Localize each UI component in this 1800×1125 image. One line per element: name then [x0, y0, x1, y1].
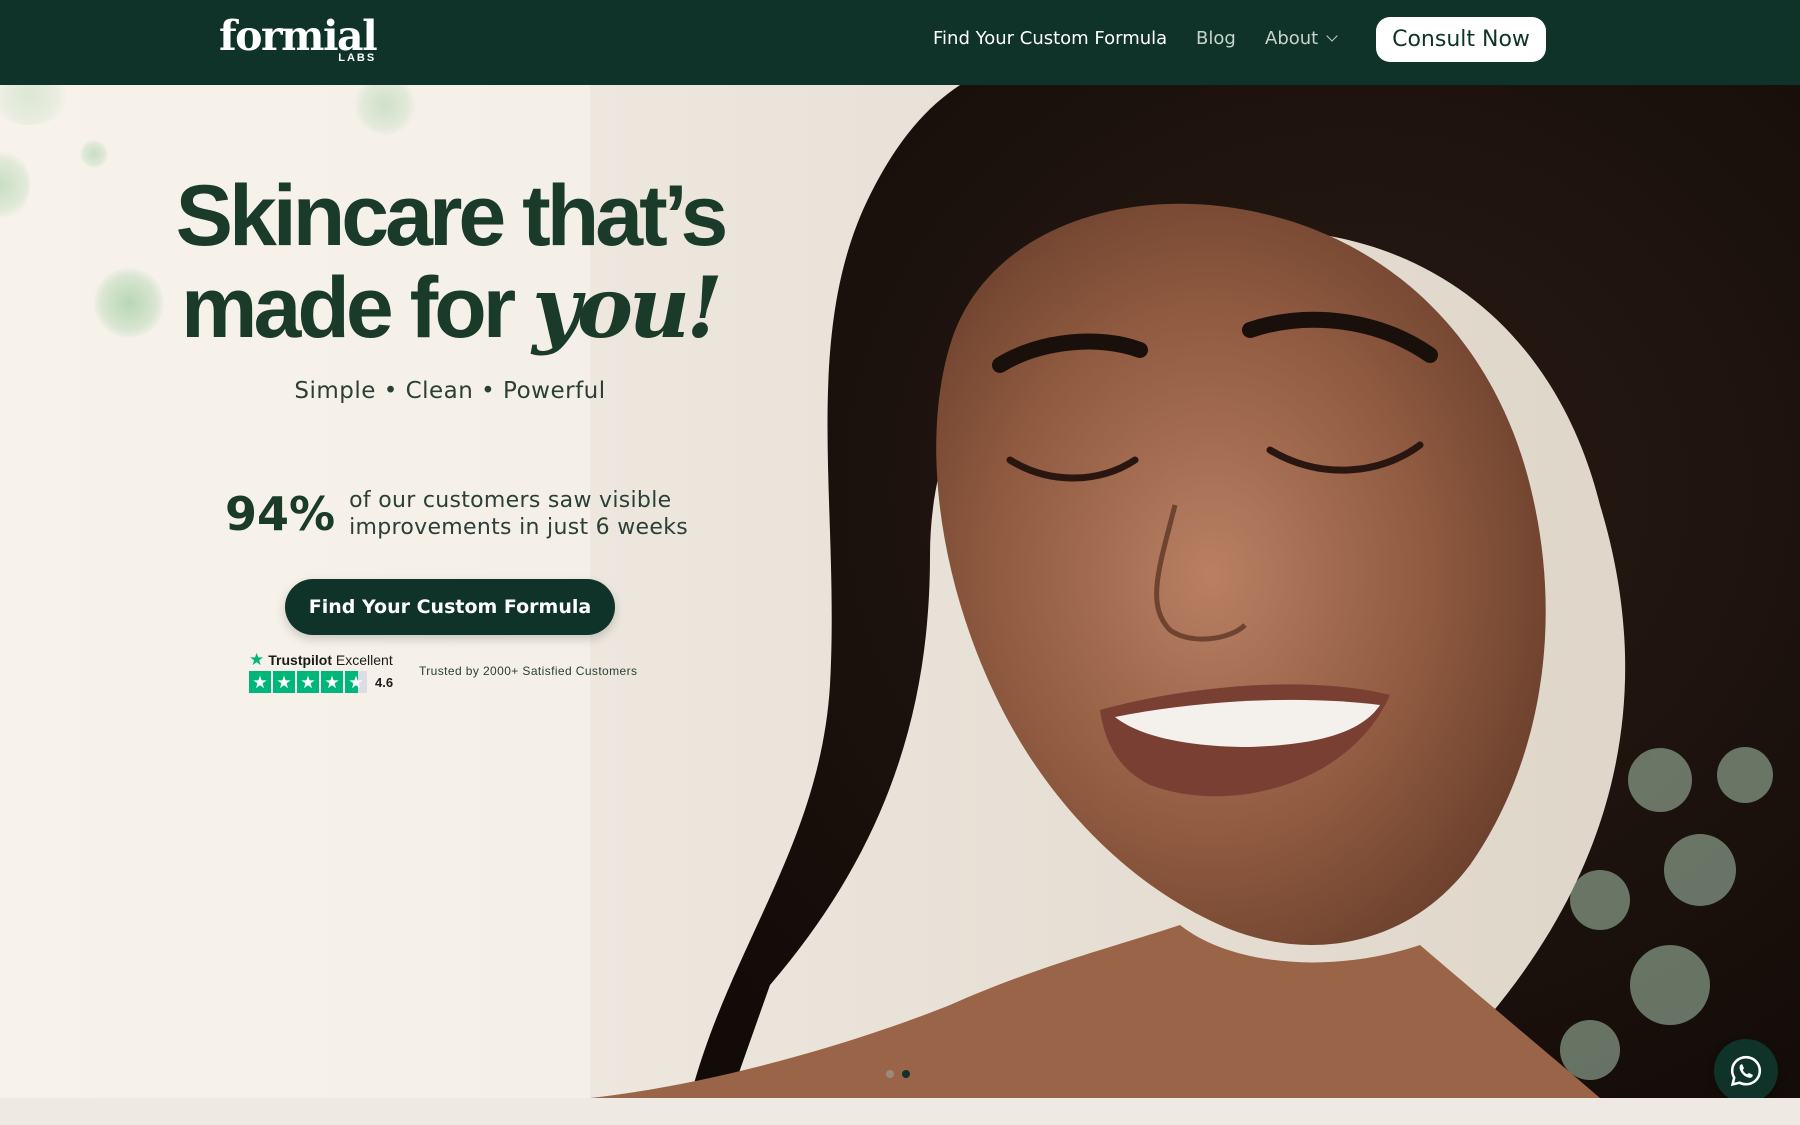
headline-line-2-text: made for	[181, 260, 516, 356]
whatsapp-chat-button[interactable]	[1714, 1039, 1778, 1103]
below-fold-strip	[0, 1098, 1800, 1125]
consult-now-button[interactable]: Consult Now	[1376, 17, 1546, 62]
nav-about[interactable]: About	[1265, 28, 1338, 49]
trustpilot-brand: ★ Trustpilot Excellent	[249, 650, 393, 670]
star-icon: ★	[345, 671, 367, 693]
headline-accent: you!	[532, 258, 723, 357]
stat-line-1: of our customers saw visible	[349, 488, 672, 513]
hero-headline: Skincare that’s made for you!	[100, 170, 800, 354]
nav-about-label: About	[1265, 28, 1319, 49]
results-stat: 94% of our customers saw visible improve…	[225, 487, 725, 541]
headline-line-1: Skincare that’s	[175, 168, 729, 264]
trusted-customers-text: Trusted by 2000+ Satisfied Customers	[419, 664, 638, 678]
trustpilot-name: Trustpilot	[268, 652, 333, 668]
stat-value: 94%	[225, 487, 336, 541]
star-icon: ★	[297, 671, 319, 693]
carousel-dots	[886, 1070, 910, 1078]
bokeh-bubble	[0, 85, 70, 125]
carousel-dot[interactable]	[886, 1070, 894, 1078]
star-icon: ★	[249, 671, 271, 693]
nav-find-custom-formula[interactable]: Find Your Custom Formula	[933, 28, 1167, 49]
nav-blog[interactable]: Blog	[1196, 28, 1236, 49]
star-icon: ★	[321, 671, 343, 693]
star-icon: ★	[273, 671, 295, 693]
bokeh-bubble	[0, 150, 30, 220]
trustpilot-stars: ★ ★ ★ ★ ★	[249, 671, 367, 693]
headline-line-2: made for you!	[100, 260, 800, 356]
stat-description: of our customers saw visible improvement…	[349, 487, 688, 541]
hero-section: Skincare that’s made for you! Simple • C…	[0, 85, 1800, 1098]
trustpilot-score: 4.6	[375, 675, 394, 690]
stat-line-2: improvements in just 6 weeks	[349, 515, 689, 540]
site-header: formial LABS Find Your Custom Formula Bl…	[0, 0, 1800, 85]
bokeh-bubble	[80, 140, 108, 168]
whatsapp-icon	[1730, 1055, 1762, 1087]
logo-sub: LABS	[338, 52, 377, 64]
find-custom-formula-button[interactable]: Find Your Custom Formula	[285, 579, 615, 635]
trustpilot-rating-word: Excellent	[335, 652, 393, 668]
star-icon: ★	[249, 650, 265, 669]
carousel-dot-active[interactable]	[902, 1070, 910, 1078]
chevron-down-icon	[1326, 30, 1338, 42]
hero-tagline: Simple • Clean • Powerful	[294, 378, 606, 404]
bokeh-bubble	[355, 85, 415, 135]
trustpilot-widget[interactable]: ★ Trustpilot Excellent ★ ★ ★ ★ ★ 4.6 Trus…	[249, 649, 669, 699]
brand-logo[interactable]: formial LABS	[219, 14, 378, 64]
